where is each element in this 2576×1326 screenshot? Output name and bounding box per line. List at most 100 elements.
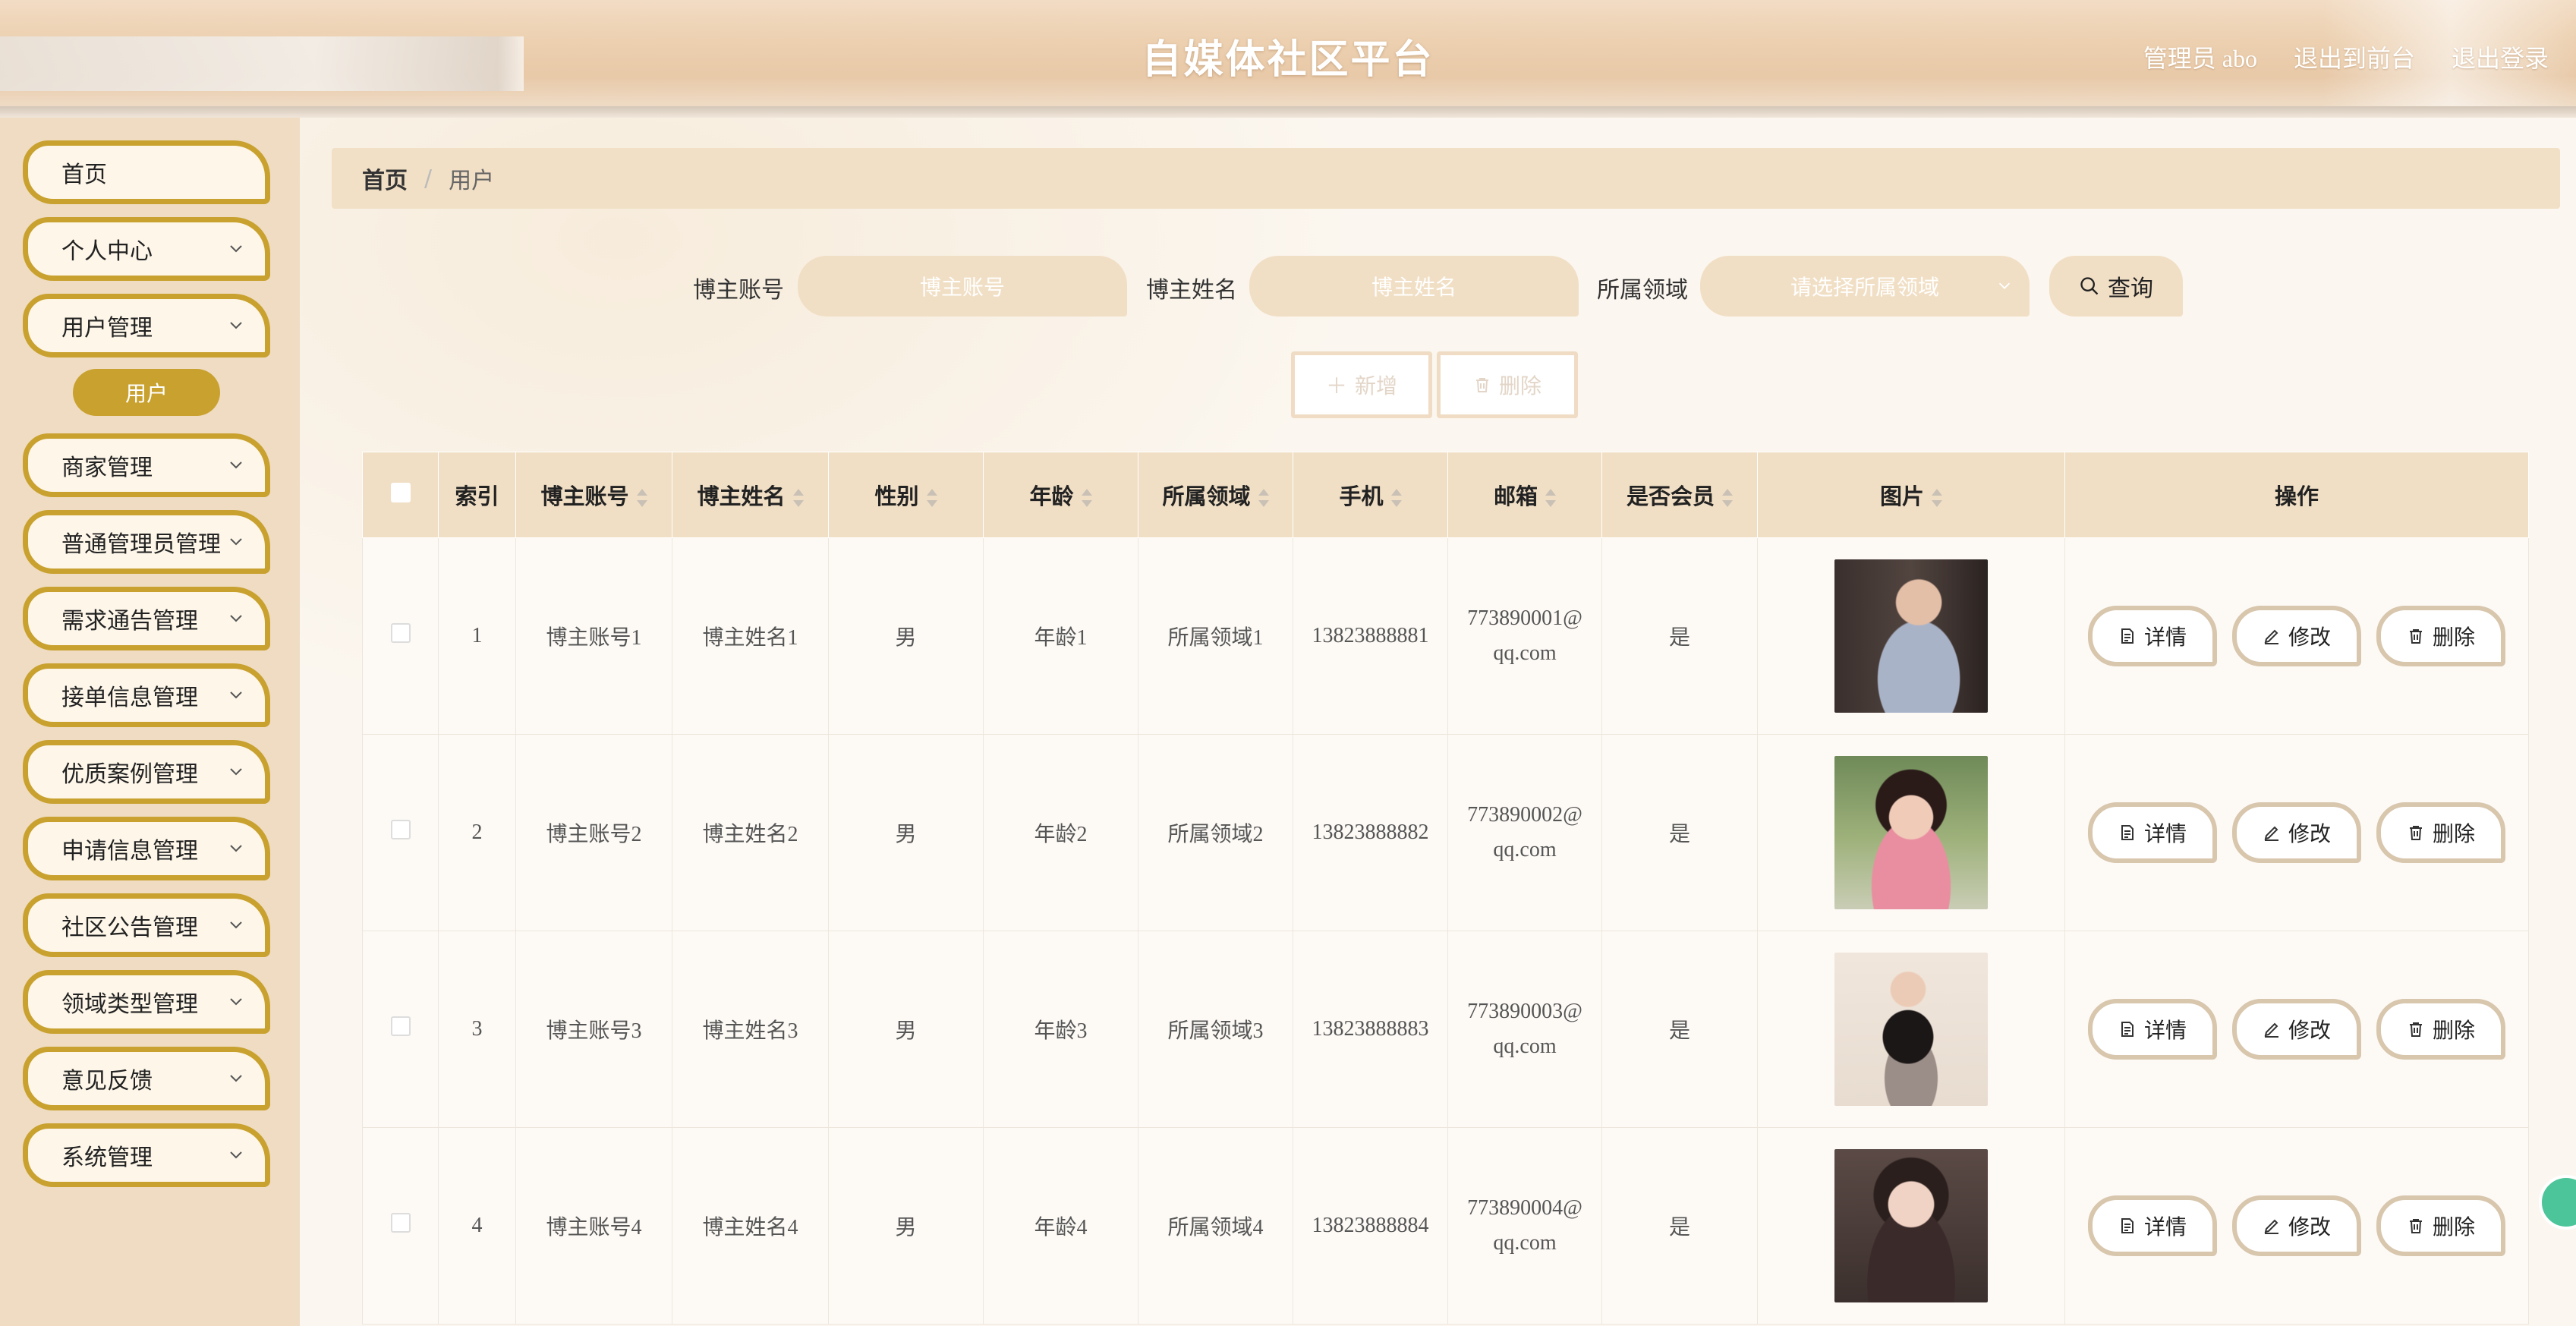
user-photo[interactable]	[1834, 756, 1988, 909]
sidebar-item-label: 申请信息管理	[61, 838, 198, 865]
sidebar-item-personal-center[interactable]: 个人中心	[23, 217, 270, 281]
account-search-input[interactable]: 博主账号	[798, 256, 1127, 317]
cell-account: 博主账号2	[515, 734, 672, 931]
sidebar-item-application-info[interactable]: 申请信息管理	[23, 817, 270, 880]
cell-phone: 13823888882	[1293, 734, 1448, 931]
sort-icon[interactable]	[792, 488, 804, 508]
detail-button[interactable]: 详情	[2088, 1195, 2217, 1256]
sort-icon[interactable]	[1722, 488, 1733, 508]
cell-account: 博主账号3	[515, 931, 672, 1128]
account-label: 博主账号	[693, 277, 784, 304]
user-photo[interactable]	[1834, 559, 1988, 713]
cell-actions: 详情 修改 删除	[2064, 734, 2529, 931]
delete-button[interactable]: 删除	[2376, 802, 2505, 863]
cell-photo	[1757, 537, 2065, 735]
sidebar-item-label: 普通管理员管理	[61, 531, 221, 558]
sort-icon[interactable]	[636, 488, 647, 508]
column-header-actions: 操作	[2064, 452, 2529, 538]
pencil-icon	[2264, 826, 2278, 841]
sidebar-item-user-management[interactable]: 用户管理	[23, 294, 270, 357]
cell-member: 是	[1601, 1127, 1758, 1324]
sort-icon[interactable]	[1390, 488, 1402, 508]
column-header-member[interactable]: 是否会员	[1601, 452, 1758, 538]
add-label: 新增	[1355, 373, 1398, 398]
edit-button[interactable]: 修改	[2232, 802, 2361, 863]
sidebar-item-demand-notice[interactable]: 需求通告管理	[23, 587, 270, 650]
logout-link[interactable]: 退出登录	[2452, 39, 2549, 74]
cell-name: 博主姓名1	[672, 537, 829, 735]
row-checkbox[interactable]	[390, 623, 411, 643]
document-icon	[2121, 628, 2134, 644]
query-button[interactable]: 查询	[2049, 256, 2183, 317]
column-header-field[interactable]: 所属领域	[1138, 452, 1293, 538]
cell-gender: 男	[828, 931, 984, 1128]
sidebar-item-admin-management[interactable]: 普通管理员管理	[23, 510, 270, 574]
sidebar-item-label: 社区公告管理	[61, 915, 198, 941]
sort-icon[interactable]	[1545, 488, 1556, 508]
detail-button[interactable]: 详情	[2088, 802, 2217, 863]
user-photo[interactable]	[1834, 1149, 1988, 1302]
sidebar-item-field-types[interactable]: 领域类型管理	[23, 970, 270, 1034]
add-button[interactable]: ＋ 新增	[1291, 351, 1432, 418]
detail-button[interactable]: 详情	[2088, 999, 2217, 1060]
table-row: 2 博主账号2 博主姓名2 男 年龄2 所属领域2 13823888882 77…	[362, 734, 2529, 931]
user-photo[interactable]	[1834, 953, 1988, 1106]
cell-index: 4	[438, 1127, 516, 1324]
sidebar-item-feedback[interactable]: 意见反馈	[23, 1047, 270, 1110]
delete-button[interactable]: 删除	[2376, 999, 2505, 1060]
name-search-input[interactable]: 博主姓名	[1249, 256, 1579, 317]
sort-icon[interactable]	[1081, 488, 1092, 508]
detail-button[interactable]: 详情	[2088, 606, 2217, 666]
cell-age: 年龄4	[983, 1127, 1138, 1324]
sort-icon[interactable]	[926, 488, 937, 508]
cell-field: 所属领域2	[1138, 734, 1293, 931]
chevron-down-icon	[230, 538, 242, 546]
row-checkbox[interactable]	[390, 1213, 411, 1233]
sort-icon[interactable]	[1258, 488, 1269, 508]
row-checkbox[interactable]	[390, 820, 411, 839]
breadcrumb-home[interactable]: 首页	[362, 162, 408, 195]
pencil-icon	[2264, 1022, 2278, 1038]
edit-button[interactable]: 修改	[2232, 606, 2361, 666]
select-all-checkbox[interactable]	[390, 483, 411, 502]
column-header-age[interactable]: 年龄	[983, 452, 1138, 538]
edit-button[interactable]: 修改	[2232, 999, 2361, 1060]
sidebar-item-quality-cases[interactable]: 优质案例管理	[23, 740, 270, 804]
delete-button[interactable]: 删除	[2376, 606, 2505, 666]
chevron-up-icon	[230, 322, 242, 329]
sidebar-subitem-users[interactable]: 用户	[73, 369, 220, 416]
cell-age: 年龄3	[983, 931, 1138, 1128]
sidebar-item-home[interactable]: 首页	[23, 140, 270, 204]
column-header-phone[interactable]: 手机	[1293, 452, 1448, 538]
top-header: 自媒体社区平台 管理员 abo 退出到前台 退出登录	[0, 0, 2576, 118]
name-label: 博主姓名	[1146, 277, 1237, 304]
column-header-email[interactable]: 邮箱	[1447, 452, 1602, 538]
column-header-name[interactable]: 博主姓名	[672, 452, 829, 538]
field-select[interactable]: 请选择所属领域	[1700, 256, 2030, 317]
delete-button[interactable]: 删除	[2376, 1195, 2505, 1256]
sidebar-item-label: 意见反馈	[61, 1068, 153, 1095]
field-select-placeholder: 请选择所属领域	[1790, 275, 1939, 300]
sidebar-item-order-info[interactable]: 接单信息管理	[23, 663, 270, 727]
column-header-gender[interactable]: 性别	[828, 452, 984, 538]
row-checkbox[interactable]	[390, 1016, 411, 1036]
document-icon	[2121, 825, 2134, 840]
edit-button[interactable]: 修改	[2232, 1195, 2361, 1256]
cell-field: 所属领域1	[1138, 537, 1293, 735]
batch-delete-button[interactable]: 删除	[1437, 351, 1578, 418]
sidebar-item-label: 需求通告管理	[61, 608, 198, 635]
sidebar-item-merchant-management[interactable]: 商家管理	[23, 433, 270, 497]
column-header-account[interactable]: 博主账号	[515, 452, 672, 538]
sidebar-item-system[interactable]: 系统管理	[23, 1123, 270, 1187]
cell-phone: 13823888883	[1293, 931, 1448, 1128]
sidebar-item-community-notice[interactable]: 社区公告管理	[23, 893, 270, 957]
cell-phone: 13823888884	[1293, 1127, 1448, 1324]
exit-to-front-link[interactable]: 退出到前台	[2294, 39, 2415, 74]
cell-index: 2	[438, 734, 516, 931]
cell-age: 年龄2	[983, 734, 1138, 931]
column-header-index: 索引	[438, 452, 516, 538]
sort-icon[interactable]	[1932, 488, 1942, 508]
users-table: 索引 博主账号 博主姓名 性别 年龄 所属领域 手机 邮箱 是否会员 图片 操作…	[362, 452, 2529, 1324]
sidebar-item-label: 优质案例管理	[61, 761, 198, 788]
column-header-photo[interactable]: 图片	[1757, 452, 2065, 538]
